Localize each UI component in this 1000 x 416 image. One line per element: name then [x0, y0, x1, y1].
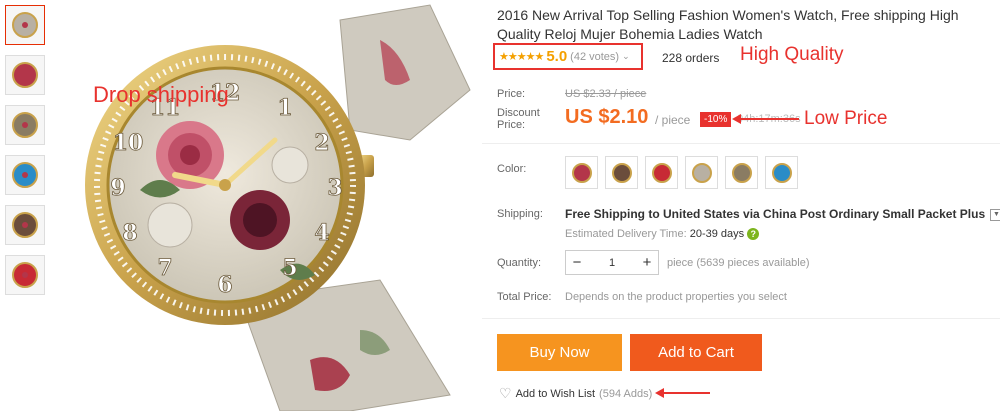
- thumbnail-3[interactable]: [5, 105, 45, 145]
- availability-text: piece (5639 pieces available): [667, 257, 810, 269]
- help-icon[interactable]: ?: [747, 228, 760, 241]
- drop-shipping-overlay: Drop shipping: [93, 82, 229, 107]
- color-swatch-2[interactable]: [605, 156, 638, 189]
- discount-label-line2: Price:: [497, 119, 526, 131]
- watch-thumbnail-icon: [12, 162, 38, 188]
- svg-text:7: 7: [157, 255, 172, 281]
- color-swatch-4[interactable]: [685, 156, 718, 189]
- shipping-method[interactable]: Free Shipping to United States via China…: [565, 207, 1000, 221]
- arrow-line: [662, 392, 710, 394]
- color-swatch-6[interactable]: [765, 156, 798, 189]
- buy-now-button[interactable]: Buy Now: [497, 334, 622, 371]
- quantity-label: Quantity:: [497, 257, 542, 269]
- total-price-value: Depends on the product properties you se…: [565, 291, 787, 303]
- watch-swatch-icon: [571, 162, 592, 183]
- product-info-panel: 2016 New Arrival Top Selling Fashion Wom…: [482, 0, 1000, 411]
- add-to-cart-button[interactable]: Add to Cart: [630, 334, 762, 371]
- high-quality-overlay: High Quality: [740, 44, 844, 65]
- price-unit: / piece: [655, 113, 691, 127]
- rating-score: 5.0: [546, 48, 568, 65]
- watch-thumbnail-icon: [12, 212, 38, 238]
- svg-text:9: 9: [110, 175, 125, 201]
- watch-swatch-icon: [731, 162, 752, 183]
- star-rating-icon: ★★★★★: [499, 51, 544, 63]
- product-title: 2016 New Arrival Top Selling Fashion Wom…: [497, 7, 959, 42]
- discount-label-line1: Discount: [497, 107, 540, 119]
- free-shipping-text: Free Shipping: [565, 207, 646, 221]
- price-label: Price:: [497, 88, 526, 100]
- thumbnail-5[interactable]: [5, 205, 45, 245]
- wish-list-label: Add to Wish List: [515, 387, 596, 400]
- divider: [482, 318, 1000, 319]
- svg-text:3: 3: [327, 175, 342, 201]
- original-price: US $2.33 / piece: [565, 88, 647, 100]
- main-product-image[interactable]: 12 1 2 345 678 9 10 11 Drop shipping: [50, 0, 480, 412]
- thumbnail-list: [5, 5, 47, 305]
- quantity-input[interactable]: 1: [588, 257, 636, 269]
- divider: [482, 143, 1000, 144]
- watch-swatch-icon: [611, 162, 632, 183]
- svg-text:8: 8: [122, 220, 137, 246]
- chevron-down-icon: ⌄: [622, 51, 630, 61]
- arrow-line: [739, 118, 799, 120]
- watch-thumbnail-icon: [12, 12, 38, 38]
- heart-icon: ♡: [499, 385, 512, 401]
- watch-swatch-icon: [651, 162, 672, 183]
- color-swatch-list: [565, 156, 798, 189]
- svg-text:10: 10: [113, 130, 144, 156]
- rating-summary[interactable]: ★★★★★ 5.0 (42 votes) ⌄: [493, 43, 643, 70]
- watch-thumbnail-icon: [12, 62, 38, 88]
- thumbnail-4[interactable]: [5, 155, 45, 195]
- watch-illustration: 1212 345 678 91011: [85, 4, 471, 412]
- color-swatch-5[interactable]: [725, 156, 758, 189]
- color-label: Color:: [497, 163, 527, 175]
- color-swatch-1[interactable]: [565, 156, 598, 189]
- delivery-label: Estimated Delivery Time:: [565, 228, 687, 240]
- chevron-down-icon[interactable]: ▼: [990, 208, 1000, 221]
- thumbnail-2[interactable]: [5, 55, 45, 95]
- low-price-overlay: Low Price: [804, 108, 888, 129]
- svg-text:1: 1: [277, 95, 292, 121]
- watch-swatch-icon: [691, 162, 712, 183]
- thumbnail-6[interactable]: [5, 255, 45, 295]
- discount-badge: -10%: [700, 112, 732, 127]
- delivery-time: Estimated Delivery Time: 20-39 days ?: [565, 228, 760, 241]
- delivery-value: 20-39 days: [689, 228, 745, 240]
- color-swatch-3[interactable]: [645, 156, 678, 189]
- quantity-stepper: − 1 +: [565, 250, 659, 275]
- total-price-label: Total Price:: [497, 291, 552, 303]
- svg-text:2: 2: [314, 130, 329, 156]
- shipping-label: Shipping:: [497, 208, 543, 220]
- votes-count: (42 votes): [570, 50, 620, 63]
- orders-count[interactable]: 228 orders: [662, 51, 719, 65]
- wish-count: (594 Adds): [599, 387, 653, 400]
- discount-price: US $2.10: [565, 106, 649, 128]
- svg-text:4: 4: [314, 220, 329, 246]
- watch-thumbnail-icon: [12, 112, 38, 138]
- thumbnail-1[interactable]: [5, 5, 45, 45]
- add-to-wish-list[interactable]: ♡ Add to Wish List (594 Adds): [499, 385, 652, 402]
- decrement-button[interactable]: −: [566, 252, 588, 274]
- increment-button[interactable]: +: [636, 252, 658, 274]
- svg-text:6: 6: [217, 272, 232, 298]
- shipping-destination: to United States via China Post Ordinary…: [645, 207, 986, 221]
- svg-text:5: 5: [282, 255, 297, 281]
- watch-thumbnail-icon: [12, 262, 38, 288]
- watch-swatch-icon: [771, 162, 792, 183]
